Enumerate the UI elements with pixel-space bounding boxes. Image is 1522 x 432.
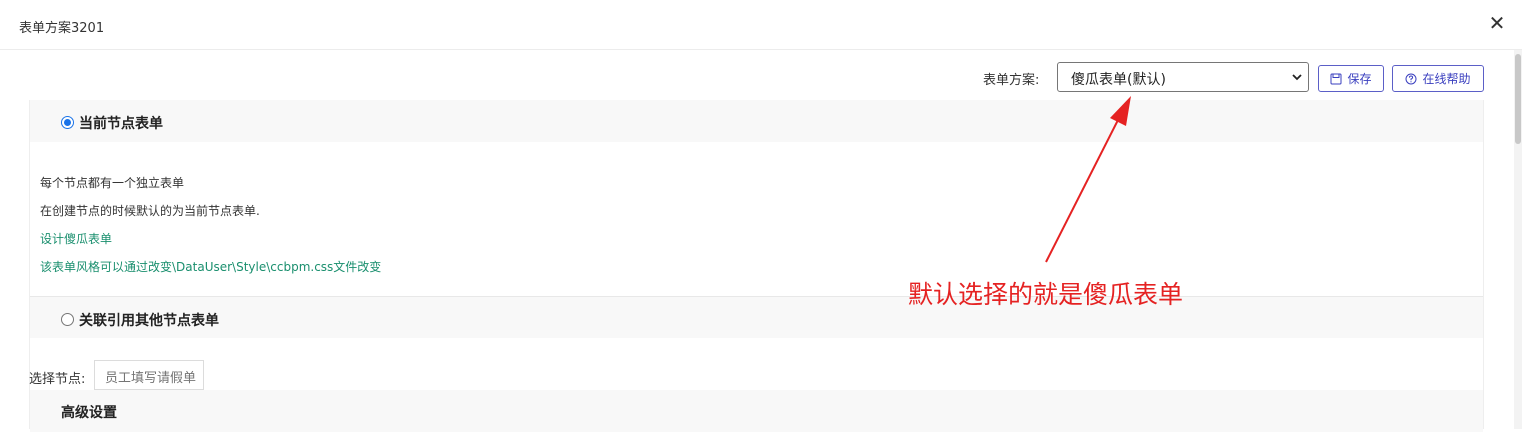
section-reference-node: 关联引用其他节点表单: [30, 296, 1483, 338]
scheme-select-value: 傻瓜表单(默认): [1071, 72, 1166, 88]
dialog-titlebar: 表单方案3201 ✕: [0, 0, 1522, 50]
section-advanced: 高级设置: [30, 390, 1483, 432]
scrollbar-thumb[interactable]: [1515, 54, 1521, 144]
chevron-down-icon: [1292, 74, 1302, 81]
description-line-1: 每个节点都有一个独立表单: [40, 176, 185, 190]
save-icon: [1330, 73, 1342, 84]
scrollbar[interactable]: [1514, 50, 1522, 429]
section-title-advanced: 高级设置: [61, 405, 117, 421]
section-title-current-node: 当前节点表单: [79, 116, 163, 132]
help-button-label: 在线帮助: [1422, 72, 1471, 86]
save-button[interactable]: 保存: [1318, 65, 1384, 92]
form-scheme-panel: 当前节点表单 每个节点都有一个独立表单 在创建节点的时候默认的为当前节点表单. …: [29, 100, 1484, 432]
help-button[interactable]: 在线帮助: [1392, 65, 1484, 92]
scheme-select[interactable]: 傻瓜表单(默认): [1057, 62, 1309, 92]
save-button-label: 保存: [1347, 72, 1372, 86]
help-icon: [1405, 73, 1417, 84]
radio-current-node[interactable]: [61, 116, 74, 129]
section-current-node: 当前节点表单: [30, 100, 1483, 142]
node-select-input[interactable]: [94, 360, 204, 390]
scheme-label: 表单方案:: [983, 73, 1040, 88]
style-info-link[interactable]: 该表单风格可以通过改变\DataUser\Style\ccbpm.css文件改变: [40, 258, 381, 275]
close-icon[interactable]: ✕: [1488, 13, 1506, 33]
annotation-text: 默认选择的就是傻瓜表单: [908, 280, 1184, 309]
description-line-2: 在创建节点的时候默认的为当前节点表单.: [40, 204, 260, 218]
radio-reference-node[interactable]: [61, 313, 74, 326]
dialog-title: 表单方案3201: [19, 21, 105, 36]
node-select-label: 选择节点:: [29, 372, 86, 387]
design-form-link[interactable]: 设计傻瓜表单: [40, 230, 112, 247]
section-title-reference-node: 关联引用其他节点表单: [79, 313, 219, 329]
